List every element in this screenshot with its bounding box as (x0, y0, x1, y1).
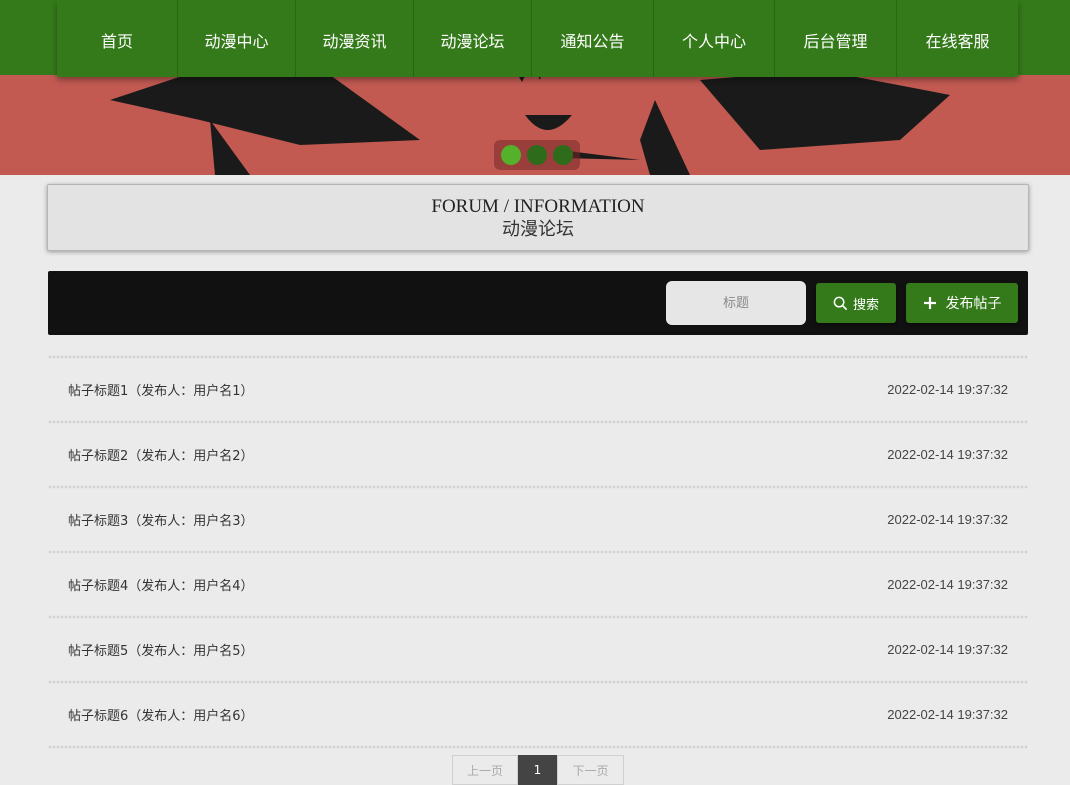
nav-item-notices[interactable]: 通知公告 (532, 0, 654, 77)
post-title[interactable]: 帖子标题5（发布人：用户名5） (68, 640, 254, 659)
post-title[interactable]: 帖子标题2（发布人：用户名2） (68, 445, 254, 464)
post-time: 2022-02-14 19:37:32 (887, 382, 1008, 397)
nav-item-admin[interactable]: 后台管理 (775, 0, 897, 77)
divider (48, 745, 1028, 749)
post-row[interactable]: 帖子标题1（发布人：用户名1） 2022-02-14 19:37:32 (48, 359, 1028, 420)
post-time: 2022-02-14 19:37:32 (887, 447, 1008, 462)
main-nav: 首页 动漫中心 动漫资讯 动漫论坛 通知公告 个人中心 后台管理 在线客服 (57, 0, 1018, 77)
post-time: 2022-02-14 19:37:32 (887, 707, 1008, 722)
publish-post-label: 发布帖子 (945, 295, 1002, 311)
post-title[interactable]: 帖子标题4（发布人：用户名4） (68, 575, 254, 594)
post-row[interactable]: 帖子标题6（发布人：用户名6） 2022-02-14 19:37:32 (48, 684, 1028, 745)
post-title[interactable]: 帖子标题1（发布人：用户名1） (68, 380, 254, 399)
post-title[interactable]: 帖子标题3（发布人：用户名3） (68, 510, 254, 529)
publish-post-button[interactable]: 发布帖子 (906, 283, 1018, 323)
nav-item-anime-center[interactable]: 动漫中心 (178, 0, 296, 77)
next-page-button[interactable]: 下一页 (557, 755, 624, 785)
search-button[interactable]: 搜索 (816, 283, 896, 323)
post-title[interactable]: 帖子标题6（发布人：用户名6） (68, 705, 254, 724)
nav-item-home[interactable]: 首页 (57, 0, 178, 77)
section-title-cn: 动漫论坛 (502, 219, 574, 240)
post-row[interactable]: 帖子标题2（发布人：用户名2） 2022-02-14 19:37:32 (48, 424, 1028, 485)
nav-item-personal-center[interactable]: 个人中心 (654, 0, 775, 77)
section-title-box: FORUM / INFORMATION 动漫论坛 (47, 184, 1029, 251)
nav-item-customer-service[interactable]: 在线客服 (897, 0, 1018, 77)
carousel-dot[interactable] (501, 145, 521, 165)
current-page[interactable]: 1 (518, 755, 557, 785)
carousel-dot[interactable] (527, 145, 547, 165)
pagination: 上一页 1 下一页 (452, 755, 624, 785)
post-time: 2022-02-14 19:37:32 (887, 577, 1008, 592)
carousel-dot[interactable] (553, 145, 573, 165)
forum-toolbar: 搜索 发布帖子 (48, 271, 1028, 335)
post-time: 2022-02-14 19:37:32 (887, 642, 1008, 657)
prev-page-button[interactable]: 上一页 (452, 755, 518, 785)
carousel-indicators (494, 140, 580, 170)
search-icon (833, 296, 848, 310)
post-list: 帖子标题1（发布人：用户名1） 2022-02-14 19:37:32 帖子标题… (48, 355, 1028, 749)
nav-item-anime-forum[interactable]: 动漫论坛 (414, 0, 532, 77)
nav-item-anime-news[interactable]: 动漫资讯 (296, 0, 414, 77)
search-button-label: 搜索 (852, 296, 879, 312)
post-row[interactable]: 帖子标题5（发布人：用户名5） 2022-02-14 19:37:32 (48, 619, 1028, 680)
title-search-input[interactable] (666, 281, 806, 325)
post-row[interactable]: 帖子标题4（发布人：用户名4） 2022-02-14 19:37:32 (48, 554, 1028, 615)
plus-icon (923, 297, 936, 309)
post-row[interactable]: 帖子标题3（发布人：用户名3） 2022-02-14 19:37:32 (48, 489, 1028, 550)
post-time: 2022-02-14 19:37:32 (887, 512, 1008, 527)
section-title-en: FORUM / INFORMATION (431, 196, 645, 217)
